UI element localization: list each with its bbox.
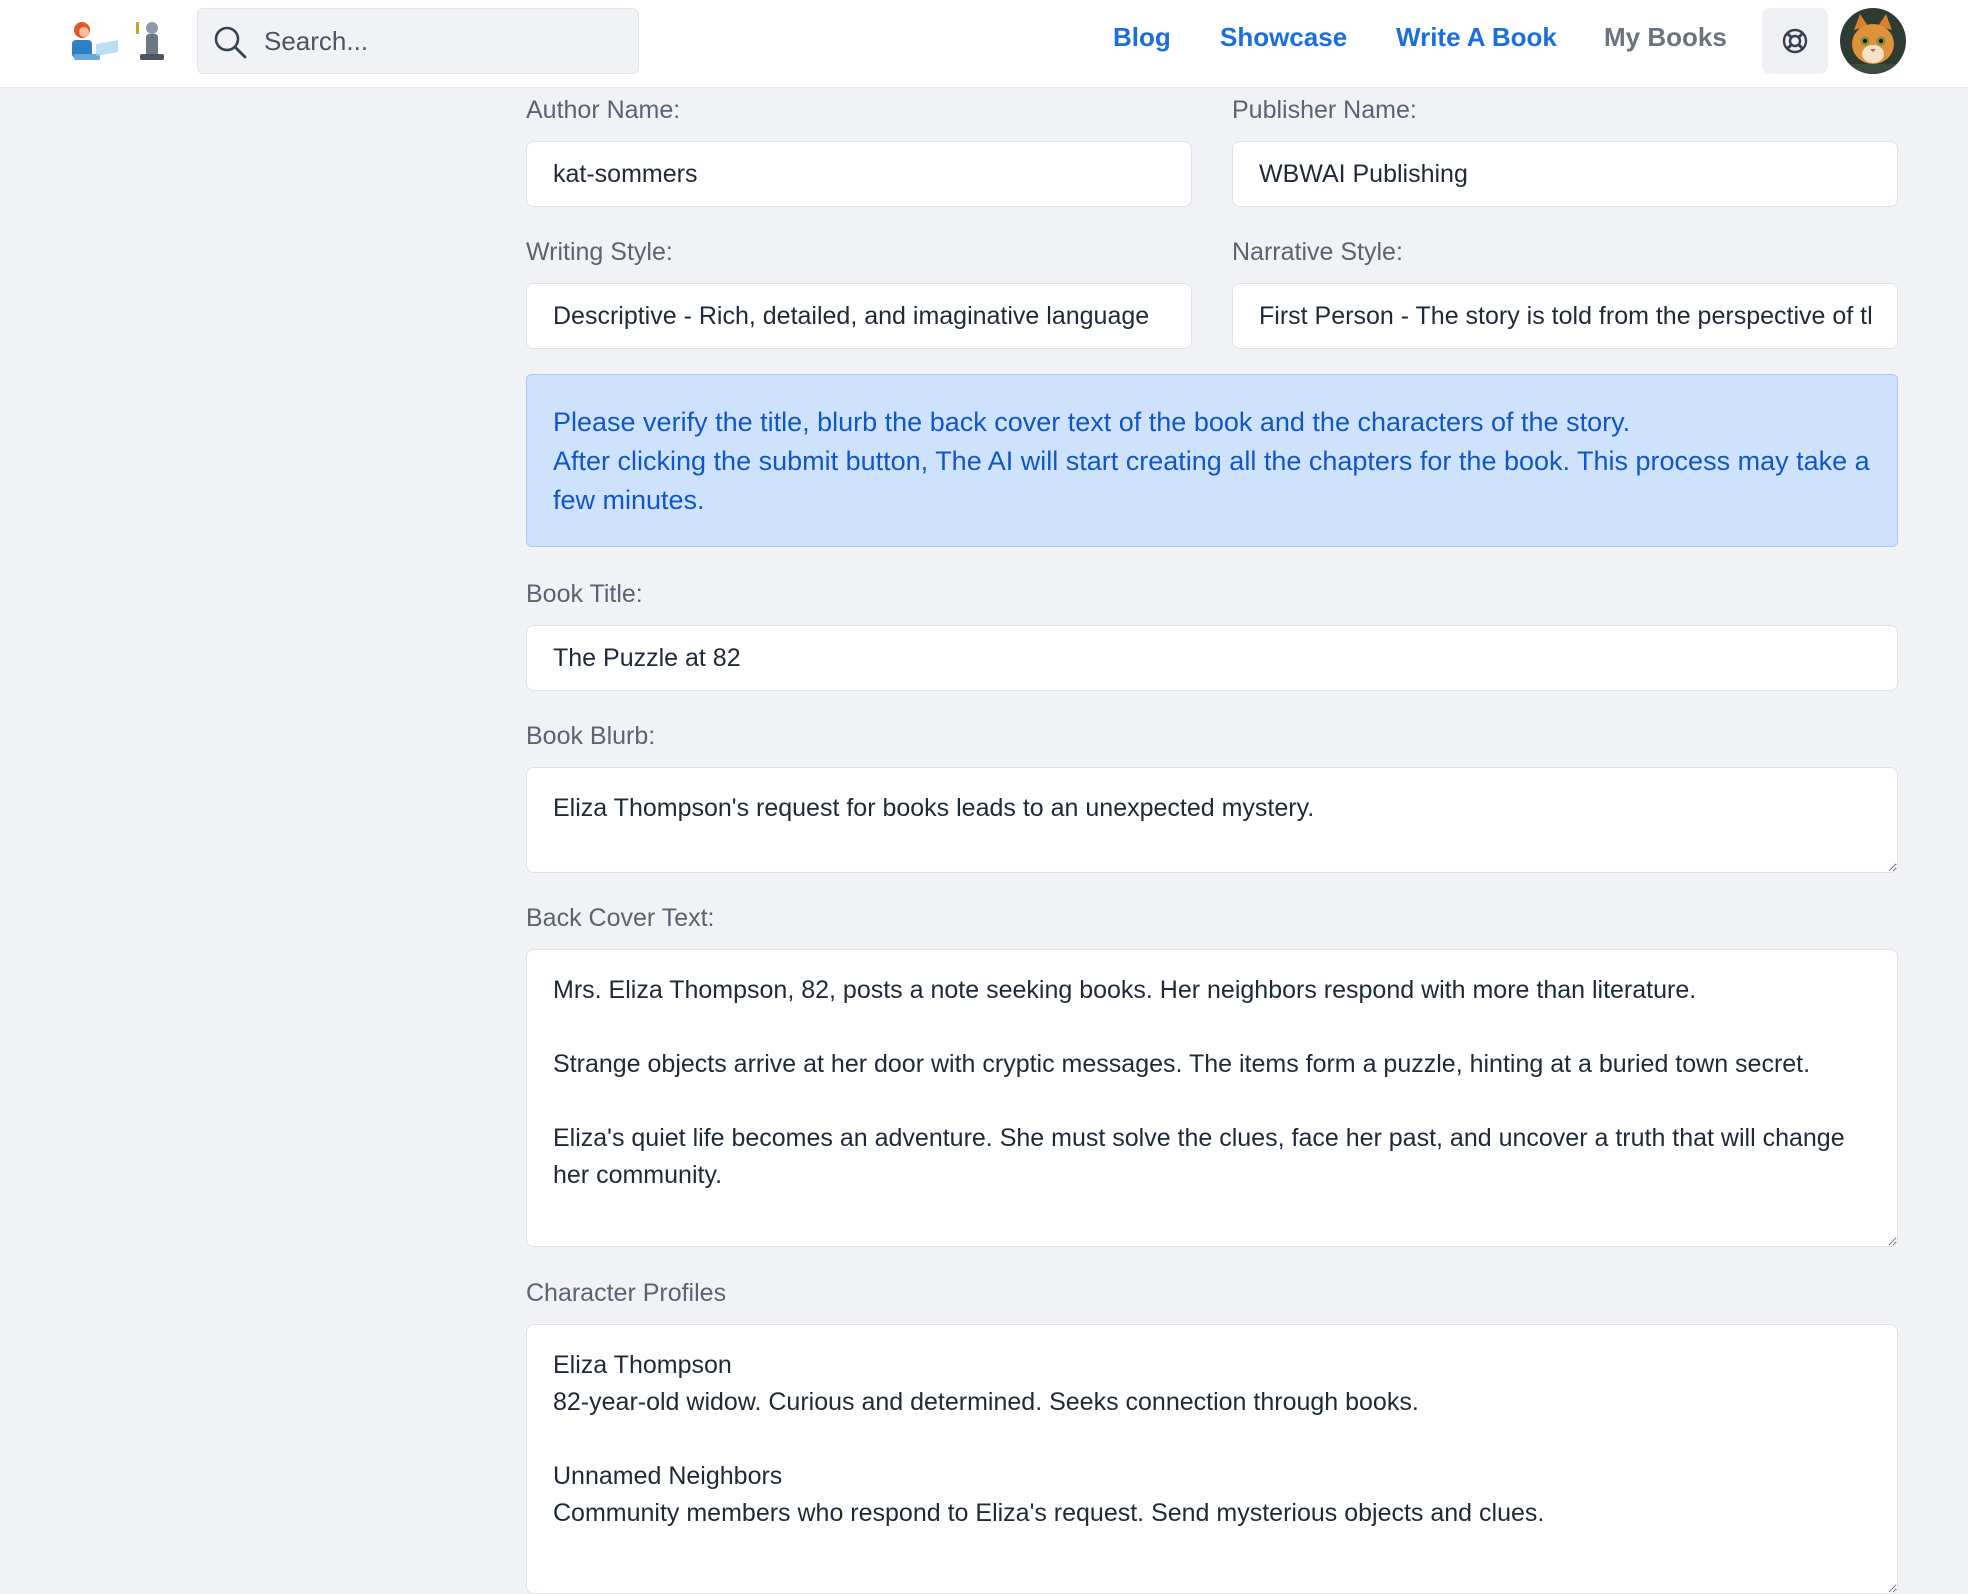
narrative-style-field[interactable]: [1232, 283, 1898, 349]
cat-avatar-icon: [1840, 8, 1906, 74]
site-logo[interactable]: [66, 18, 168, 66]
book-title-field[interactable]: [526, 625, 1898, 691]
character-profiles-label: Character Profiles: [526, 1279, 727, 1307]
narrative-style-label: Narrative Style:: [1232, 238, 1403, 266]
publisher-name-label: Publisher Name:: [1232, 96, 1417, 124]
nav-link-write-a-book[interactable]: Write A Book: [1396, 22, 1557, 53]
lifebuoy-icon: [1782, 28, 1808, 54]
top-navbar: Blog Showcase Write A Book My Books: [0, 0, 1968, 88]
user-avatar[interactable]: [1840, 8, 1906, 74]
logo-icon: [72, 22, 164, 60]
character-profiles-textarea[interactable]: Eliza Thompson 82-year-old widow. Curiou…: [526, 1324, 1898, 1594]
back-cover-text-label: Back Cover Text:: [526, 904, 715, 932]
writing-style-label: Writing Style:: [526, 238, 673, 266]
notice-line-2: After clicking the submit button, The AI…: [553, 446, 1870, 515]
book-title-label: Book Title:: [526, 580, 643, 608]
notice-line-1: Please verify the title, blurb the back …: [553, 407, 1631, 437]
search-input[interactable]: [264, 9, 624, 73]
back-cover-text-textarea[interactable]: Mrs. Eliza Thompson, 82, posts a note se…: [526, 949, 1898, 1247]
nav-link-blog[interactable]: Blog: [1113, 22, 1171, 53]
nav-link-my-books[interactable]: My Books: [1604, 22, 1727, 53]
author-name-field[interactable]: [526, 141, 1192, 207]
search-icon: [214, 26, 247, 59]
writing-style-field[interactable]: [526, 283, 1192, 349]
support-button[interactable]: [1762, 8, 1828, 74]
author-name-label: Author Name:: [526, 96, 681, 124]
nav-link-showcase[interactable]: Showcase: [1220, 22, 1347, 53]
book-blurb-textarea[interactable]: Eliza Thompson's request for books leads…: [526, 767, 1898, 873]
search-box[interactable]: [197, 8, 639, 74]
verification-notice: Please verify the title, blurb the back …: [526, 374, 1898, 547]
book-blurb-label: Book Blurb:: [526, 722, 656, 750]
publisher-name-field[interactable]: [1232, 141, 1898, 207]
